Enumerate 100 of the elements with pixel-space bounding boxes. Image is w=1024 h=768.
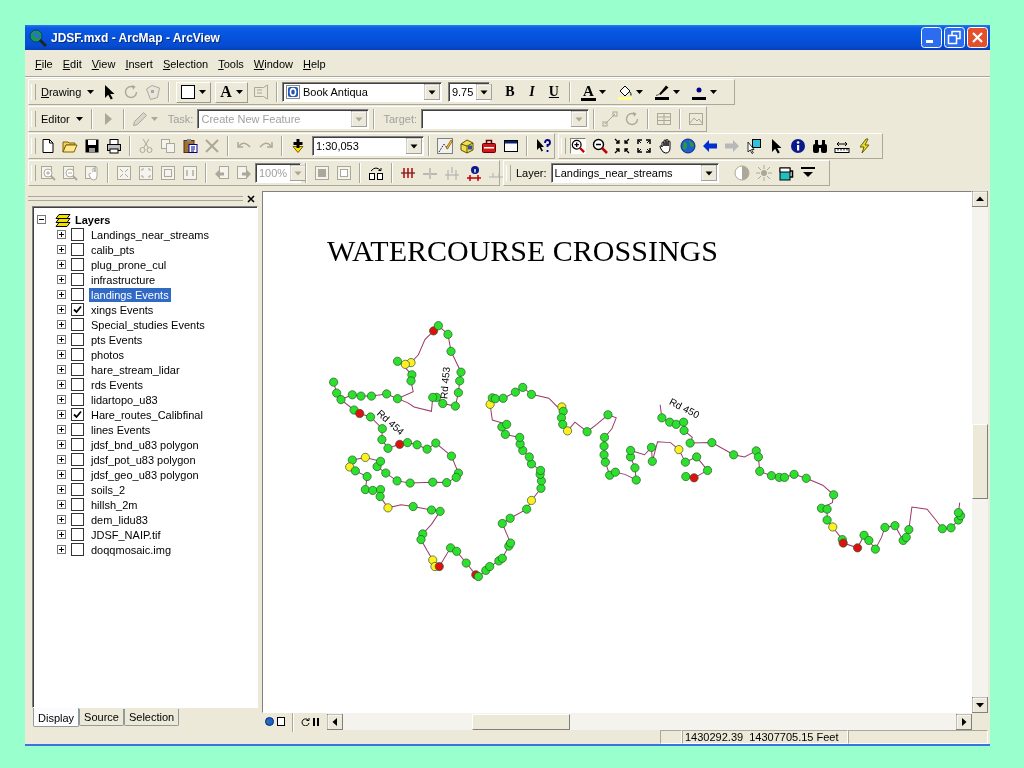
layer-name[interactable]: doqqmosaic.img bbox=[89, 542, 174, 557]
refresh-icon[interactable] bbox=[301, 717, 310, 726]
target-select[interactable] bbox=[421, 109, 590, 129]
layer-name[interactable]: Hare_routes_Calibfinal bbox=[89, 407, 205, 422]
caret-icon[interactable] bbox=[672, 90, 680, 94]
expand-icon[interactable] bbox=[57, 245, 66, 254]
layer-checkbox[interactable] bbox=[71, 318, 84, 331]
help-pointer-icon[interactable] bbox=[535, 138, 551, 154]
pencil-chart-icon[interactable] bbox=[437, 138, 453, 154]
select-features-icon[interactable] bbox=[746, 138, 762, 154]
expand-icon[interactable] bbox=[57, 455, 66, 464]
down-arrow-icon[interactable] bbox=[972, 697, 988, 713]
layer-checkbox[interactable] bbox=[71, 393, 84, 406]
layer-name[interactable]: lidartopo_u83 bbox=[89, 392, 160, 407]
layer-checkbox[interactable] bbox=[71, 513, 84, 526]
scrollbar-thumb[interactable] bbox=[972, 424, 988, 499]
italic-button[interactable]: I bbox=[520, 81, 543, 103]
menu-item[interactable]: View bbox=[86, 55, 121, 72]
expand-icon[interactable] bbox=[57, 305, 66, 314]
window-icon[interactable] bbox=[503, 138, 519, 154]
underline-button[interactable]: U bbox=[542, 81, 565, 103]
layer-checkbox[interactable] bbox=[71, 243, 84, 256]
expand-icon[interactable] bbox=[57, 530, 66, 539]
expand-icon[interactable] bbox=[57, 500, 66, 509]
page-icon[interactable] bbox=[277, 717, 285, 726]
expand-icon[interactable] bbox=[57, 320, 66, 329]
layer-checkbox[interactable] bbox=[71, 423, 84, 436]
toolbox-icon[interactable] bbox=[481, 138, 497, 154]
layer-checkbox[interactable] bbox=[71, 303, 84, 316]
layer-checkbox[interactable] bbox=[71, 438, 84, 451]
layer-name[interactable]: rds Events bbox=[89, 377, 145, 392]
layer-name[interactable]: lines Events bbox=[89, 422, 153, 437]
dropdown-arrow-icon[interactable] bbox=[423, 84, 440, 100]
document-icon[interactable] bbox=[40, 138, 56, 154]
layer-name[interactable]: jdsf_geo_u83 polygon bbox=[89, 467, 201, 482]
layer-name[interactable]: jdsf_pot_u83 polygon bbox=[89, 452, 198, 467]
layer-checkbox[interactable] bbox=[71, 408, 84, 421]
caret-icon[interactable] bbox=[87, 90, 95, 94]
layer-name[interactable]: hillsh_2m bbox=[89, 497, 140, 512]
add-data-icon[interactable] bbox=[290, 138, 306, 154]
open-folder-icon[interactable] bbox=[62, 138, 78, 154]
layer-name[interactable]: pts Events bbox=[89, 332, 145, 347]
layer-checkbox[interactable] bbox=[71, 363, 84, 376]
scrollbar-thumb[interactable] bbox=[472, 713, 570, 730]
zoom-out-icon[interactable] bbox=[592, 138, 608, 154]
rectangle-dropdown-button[interactable] bbox=[176, 81, 212, 103]
layer-checkbox[interactable] bbox=[71, 228, 84, 241]
back-arrow-icon[interactable] bbox=[702, 138, 718, 154]
dropdown-arrow-icon[interactable] bbox=[700, 165, 717, 181]
text-dropdown-button[interactable]: A bbox=[215, 81, 248, 103]
line-color-icon[interactable] bbox=[653, 84, 670, 100]
layer-name[interactable]: xings Events bbox=[89, 302, 156, 317]
font-color-button[interactable]: A bbox=[580, 83, 596, 101]
menu-item[interactable]: Insert bbox=[120, 55, 158, 72]
expand-icon[interactable] bbox=[57, 380, 66, 389]
expand-icon[interactable] bbox=[57, 350, 66, 359]
lightning-icon[interactable] bbox=[856, 138, 872, 154]
panel-tab[interactable]: Source bbox=[79, 709, 124, 726]
expand-icon[interactable] bbox=[57, 335, 66, 344]
expand-icon[interactable] bbox=[57, 515, 66, 524]
layer-checkbox[interactable] bbox=[71, 453, 84, 466]
menu-item[interactable]: Edit bbox=[57, 55, 87, 72]
hand-icon[interactable] bbox=[658, 138, 674, 154]
panel-tab[interactable]: Display bbox=[33, 708, 80, 727]
caret-icon[interactable] bbox=[235, 90, 243, 94]
bold-button[interactable]: B bbox=[498, 81, 521, 103]
shrink-arrows-icon[interactable] bbox=[614, 138, 630, 154]
layer-checkbox[interactable] bbox=[71, 258, 84, 271]
layer-checkbox[interactable] bbox=[71, 288, 84, 301]
globe-icon[interactable] bbox=[265, 717, 274, 726]
collapse-icon[interactable] bbox=[37, 215, 46, 224]
layer-name[interactable]: Special_studies Events bbox=[89, 317, 207, 332]
layer-name[interactable]: dem_lidu83 bbox=[89, 512, 150, 527]
close-icon[interactable] bbox=[247, 194, 255, 203]
caret-icon[interactable] bbox=[709, 90, 717, 94]
menu-item[interactable]: File bbox=[30, 55, 58, 72]
expand-icon[interactable] bbox=[57, 440, 66, 449]
paste-icon[interactable] bbox=[182, 138, 198, 154]
font-select[interactable]: Book Antiqua bbox=[281, 82, 442, 102]
caret-icon[interactable] bbox=[75, 117, 83, 121]
layer-name[interactable]: Landings_near_streams bbox=[89, 227, 212, 242]
restore-icon[interactable] bbox=[944, 27, 965, 48]
cabinet-icon[interactable] bbox=[459, 138, 475, 154]
panel-tab[interactable]: Selection bbox=[123, 709, 180, 726]
expand-icon[interactable] bbox=[57, 230, 66, 239]
info-pin-icon[interactable] bbox=[466, 165, 482, 181]
layer-name[interactable]: JDSF_NAIP.tif bbox=[89, 527, 163, 542]
expand-icon[interactable] bbox=[57, 395, 66, 404]
expand-icon[interactable] bbox=[57, 260, 66, 269]
dropdown-arrow-icon[interactable] bbox=[476, 84, 493, 100]
layer-name[interactable]: soils_2 bbox=[89, 482, 128, 497]
binoculars-icon[interactable] bbox=[812, 138, 828, 154]
globe-icon[interactable] bbox=[680, 138, 696, 154]
expand-icon[interactable] bbox=[57, 410, 66, 419]
layer-name[interactable]: calib_pts bbox=[89, 242, 137, 257]
rectangle-icon[interactable] bbox=[181, 85, 196, 99]
layer-name[interactable]: photos bbox=[89, 347, 127, 362]
left-arrow-icon[interactable] bbox=[327, 713, 343, 730]
layer-checkbox[interactable] bbox=[71, 273, 84, 286]
menu-item[interactable]: Window bbox=[248, 55, 298, 72]
